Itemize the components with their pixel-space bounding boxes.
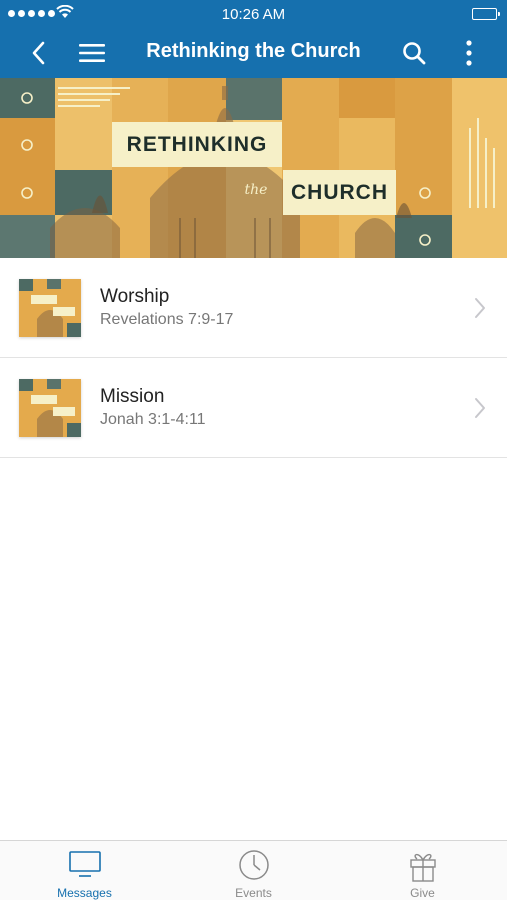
list-item-worship[interactable]: Worship Revelations 7:9-17 — [0, 258, 507, 358]
status-bar: 10:26 AM — [0, 0, 507, 28]
chevron-right-icon — [475, 398, 485, 418]
more-button[interactable] — [447, 28, 491, 78]
search-icon — [403, 42, 426, 65]
tab-bar: Messages Events Give — [0, 840, 507, 900]
monitor-icon — [68, 851, 101, 877]
gift-icon — [409, 853, 436, 882]
tab-label: Give — [410, 886, 435, 900]
clock-icon — [238, 850, 269, 880]
series-banner: RETHINKING the CHURCH — [0, 78, 507, 258]
message-scripture: Revelations 7:9-17 — [100, 311, 234, 328]
chevron-right-icon — [475, 298, 485, 318]
nav-bar: Rethinking the Church — [0, 28, 507, 78]
banner-text-the: the — [244, 182, 268, 198]
banner-text-rethinking: RETHINKING — [112, 122, 282, 167]
tab-messages[interactable]: Messages — [0, 841, 169, 900]
tab-label: Messages — [57, 886, 112, 900]
message-thumbnail — [19, 279, 81, 337]
message-title: Mission — [100, 386, 165, 407]
more-vertical-icon — [466, 40, 472, 66]
banner-text-church: CHURCH — [283, 170, 396, 215]
list-item-mission[interactable]: Mission Jonah 3:1-4:11 — [0, 358, 507, 458]
banner-artwork — [0, 78, 507, 258]
search-button[interactable] — [392, 28, 436, 78]
message-scripture: Jonah 3:1-4:11 — [100, 411, 206, 428]
message-list: Worship Revelations 7:9-17 Mission Jonah… — [0, 258, 507, 458]
tab-label: Events — [235, 886, 272, 900]
tab-events[interactable]: Events — [169, 841, 338, 900]
message-thumbnail — [19, 379, 81, 437]
status-time: 10:26 AM — [221, 6, 286, 23]
tab-give[interactable]: Give — [338, 841, 507, 900]
battery-icon — [472, 8, 500, 20]
message-title: Worship — [100, 286, 170, 307]
